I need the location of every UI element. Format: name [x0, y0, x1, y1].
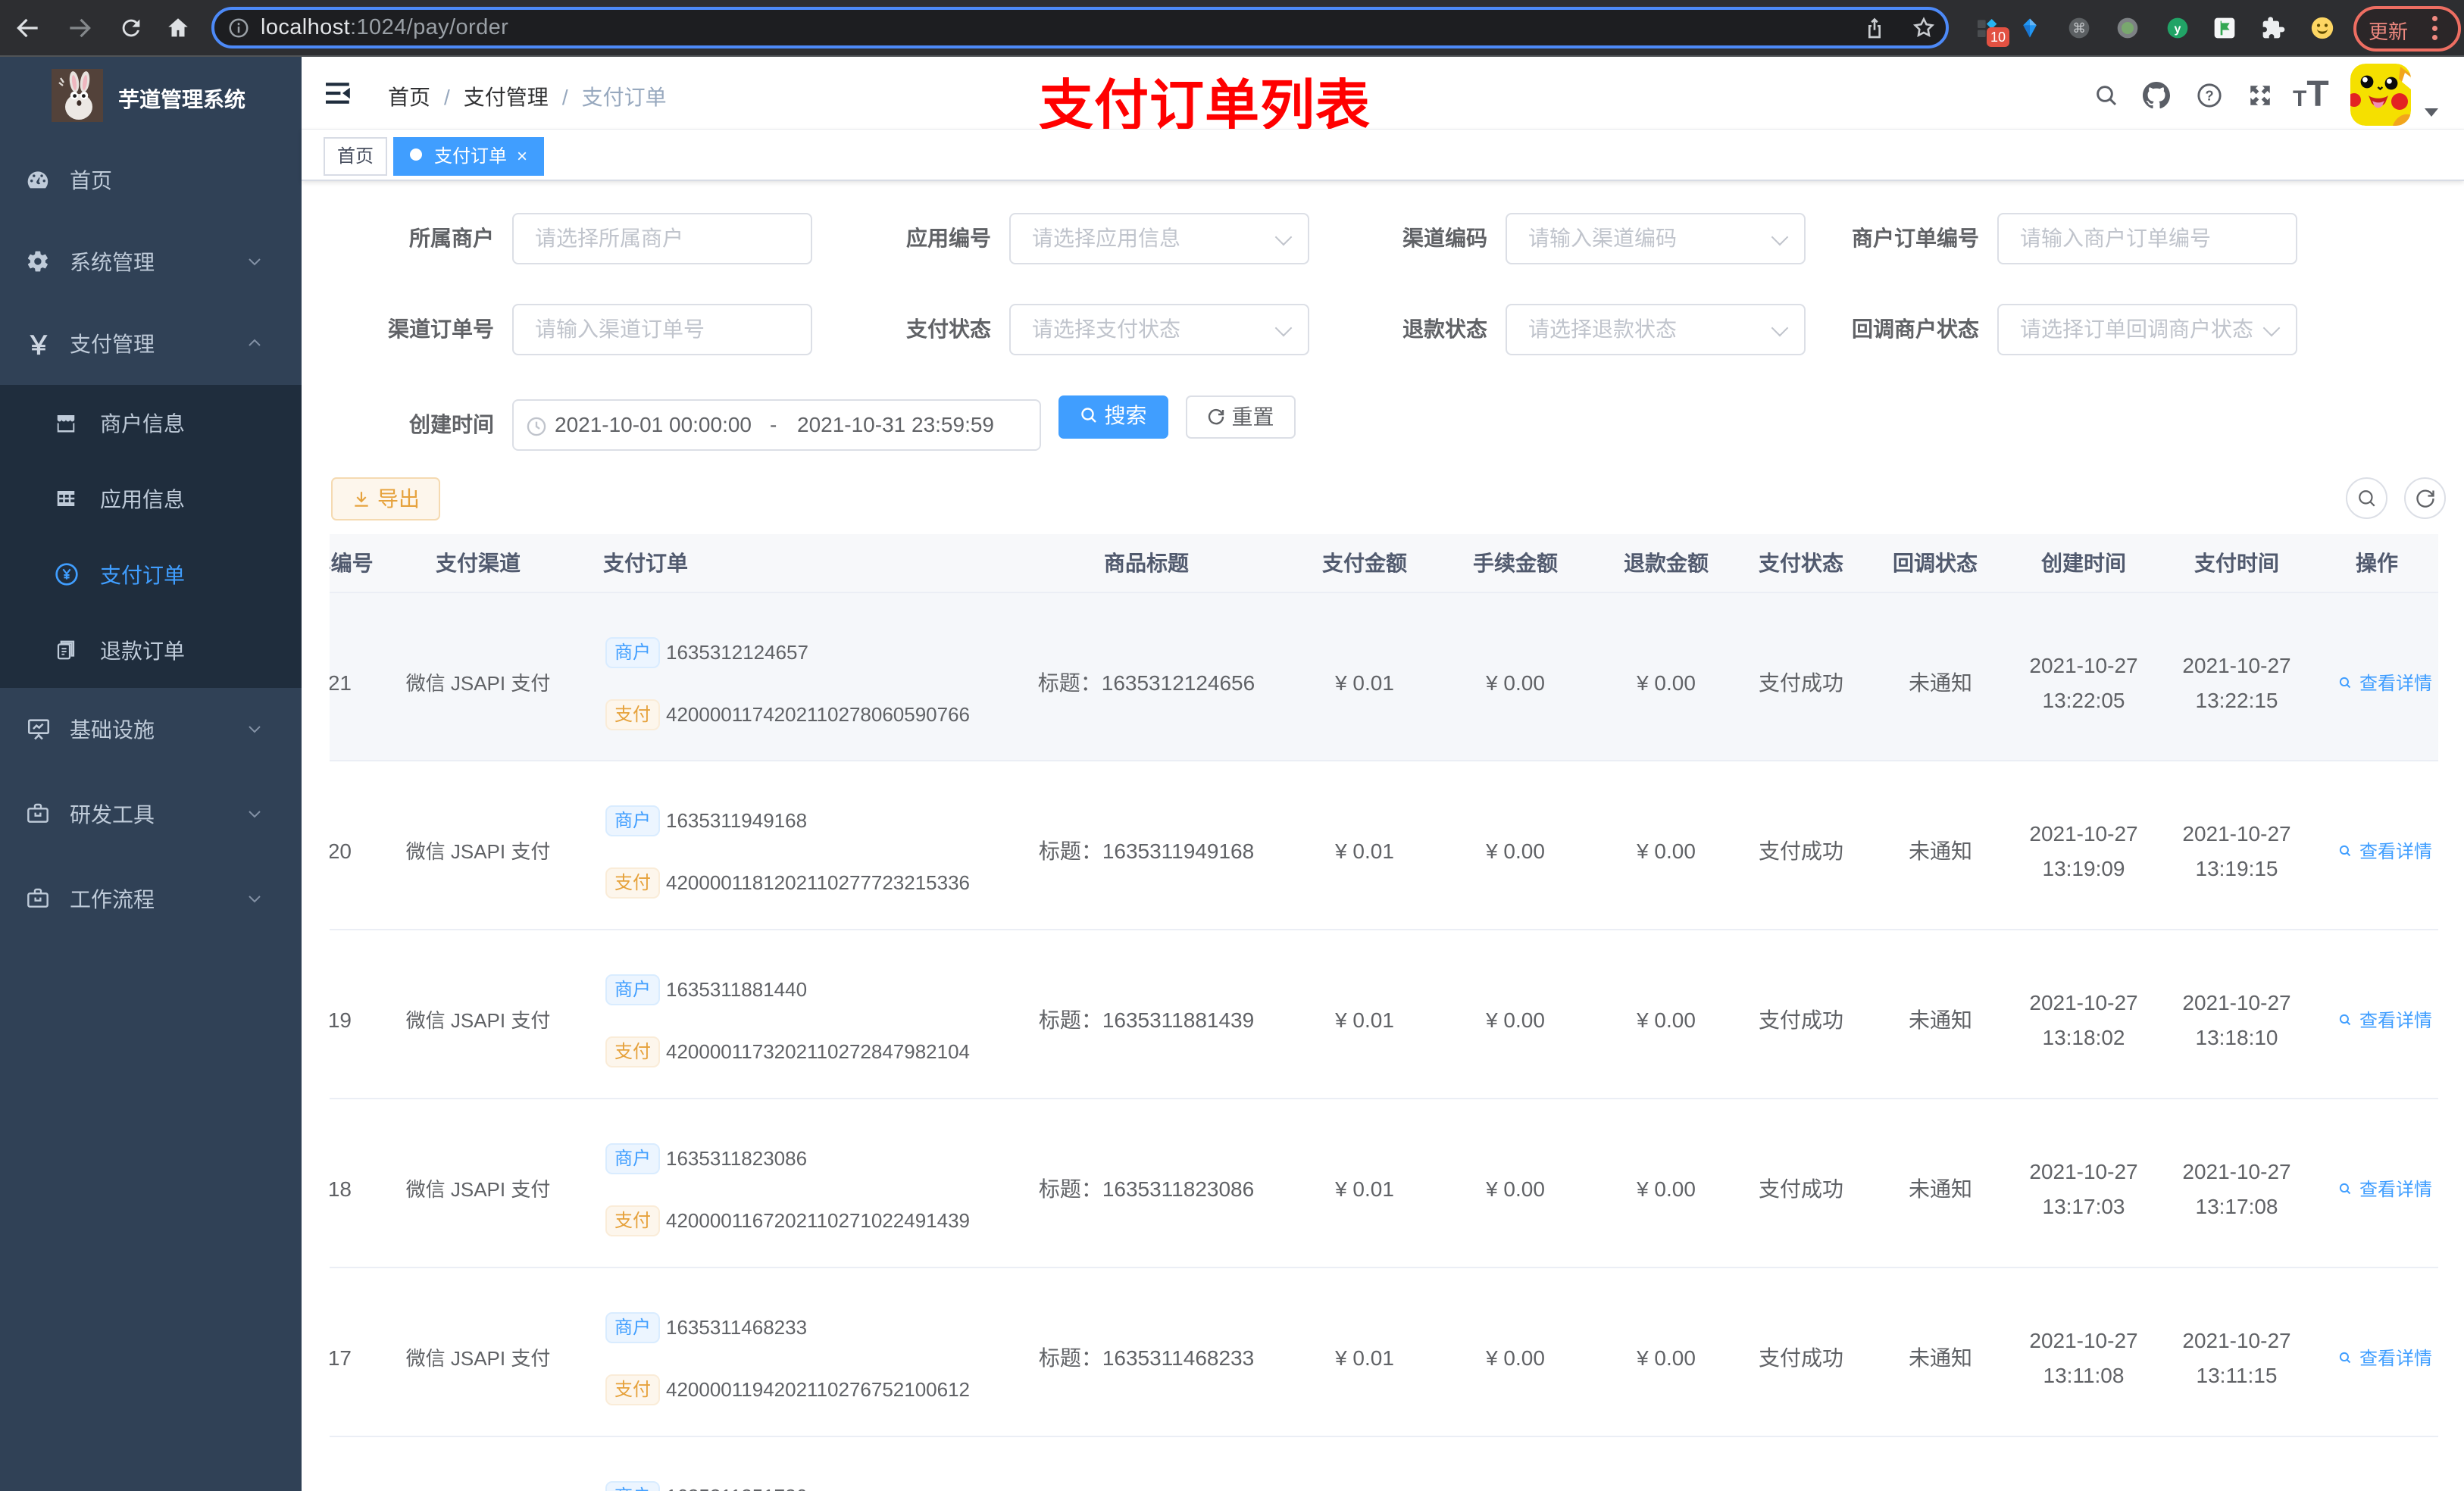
- svg-text:?: ?: [2205, 88, 2213, 104]
- svg-text:y: y: [2175, 23, 2181, 36]
- svg-text:⌘: ⌘: [2072, 20, 2085, 36]
